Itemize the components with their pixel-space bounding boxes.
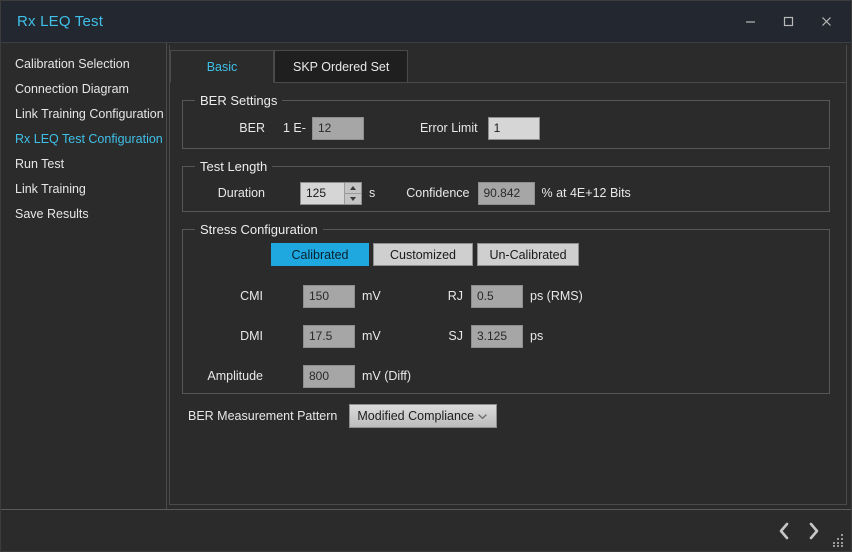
duration-label: Duration [193,186,265,200]
ber-measurement-pattern-label: BER Measurement Pattern [188,409,337,423]
confidence-value: 90.842 [478,182,535,205]
tab-skp-ordered-set[interactable]: SKP Ordered Set [274,50,408,82]
sj-unit: ps [530,329,543,343]
stress-mode-segmented-control: Calibrated Customized Un-Calibrated [271,243,819,266]
error-limit-input[interactable]: 1 [488,117,540,140]
stress-mode-customized-button[interactable]: Customized [373,243,473,266]
cmi-unit: mV [362,289,381,303]
resize-grip[interactable] [833,534,846,547]
stress-row-amplitude: Amplitude 800 mV (Diff) [193,356,819,396]
duration-spinner[interactable]: 125 [300,182,362,205]
sidebar-item-link-training-configuration[interactable]: Link Training Configuration [1,102,166,127]
window-body: Calibration Selection Connection Diagram… [1,43,851,509]
stress-configuration-legend: Stress Configuration [195,222,323,237]
rx-leq-test-window: Rx LEQ Test Calibration [0,0,852,552]
minimize-button[interactable] [731,7,769,37]
sidebar-item-connection-diagram[interactable]: Connection Diagram [1,77,166,102]
maximize-icon [782,15,795,28]
chevron-right-icon [806,521,822,541]
rj-label: RJ [443,289,463,303]
stress-configuration-group: Stress Configuration Calibrated Customiz… [182,222,830,394]
duration-increment-button[interactable] [345,183,361,194]
tab-strip: Basic SKP Ordered Set [170,45,846,83]
stress-mode-calibrated-button[interactable]: Calibrated [271,243,369,266]
ber-settings-legend: BER Settings [195,93,282,108]
sidebar-item-save-results[interactable]: Save Results [1,202,166,227]
test-length-legend: Test Length [195,159,272,174]
confidence-label: Confidence [406,186,469,200]
cmi-input[interactable]: 150 [303,285,355,308]
rj-input[interactable]: 0.5 [471,285,523,308]
content-area: Basic SKP Ordered Set BER Settings BER 1… [167,43,851,509]
chevron-left-icon [776,521,792,541]
dmi-unit: mV [362,329,381,343]
stress-mode-uncalibrated-button[interactable]: Un-Calibrated [477,243,579,266]
sidebar-item-run-test[interactable]: Run Test [1,152,166,177]
ber-label: BER [193,121,265,135]
duration-decrement-button[interactable] [345,194,361,204]
sj-label: SJ [443,329,463,343]
cmi-label: CMI [193,289,263,303]
ber-settings-group: BER Settings BER 1 E- 12 Error Limit 1 [182,93,830,149]
sj-input[interactable]: 3.125 [471,325,523,348]
content-panel: Basic SKP Ordered Set BER Settings BER 1… [169,45,847,505]
ber-measurement-pattern-value: Modified Compliance [357,409,474,423]
close-icon [820,15,833,28]
caret-up-icon [350,186,356,190]
sidebar-item-link-training[interactable]: Link Training [1,177,166,202]
ber-exponent-input[interactable]: 12 [312,117,364,140]
dmi-input[interactable]: 17.5 [303,325,355,348]
chevron-down-icon [478,414,487,419]
basic-tab-panel: BER Settings BER 1 E- 12 Error Limit 1 T… [170,83,846,504]
duration-value[interactable]: 125 [301,183,344,204]
ber-prefix-label: 1 E- [283,121,306,135]
caret-down-icon [350,197,356,201]
duration-unit: s [369,186,375,200]
sidebar-item-rx-leq-test-configuration[interactable]: Rx LEQ Test Configuration [1,127,166,152]
close-button[interactable] [807,7,845,37]
amplitude-unit: mV (Diff) [362,369,411,383]
maximize-button[interactable] [769,7,807,37]
window-title: Rx LEQ Test [17,13,103,30]
minimize-icon [744,15,757,28]
stress-row-dmi-sj: DMI 17.5 mV SJ 3.125 ps [193,316,819,356]
error-limit-label: Error Limit [420,121,478,135]
rj-unit: ps (RMS) [530,289,583,303]
amplitude-label: Amplitude [193,369,263,383]
dmi-label: DMI [193,329,263,343]
titlebar: Rx LEQ Test [1,1,851,43]
ber-measurement-pattern-select[interactable]: Modified Compliance [349,404,497,428]
stress-row-cmi-rj: CMI 150 mV RJ 0.5 ps (RMS) [193,276,819,316]
confidence-unit: % at 4E+12 Bits [542,186,631,200]
sidebar-item-calibration-selection[interactable]: Calibration Selection [1,52,166,77]
next-page-button[interactable] [799,516,829,546]
sidebar: Calibration Selection Connection Diagram… [1,43,167,509]
tab-basic[interactable]: Basic [170,50,274,83]
amplitude-input[interactable]: 800 [303,365,355,388]
window-controls [731,1,845,42]
duration-spinner-buttons[interactable] [344,183,361,204]
footer-bar [1,509,851,551]
test-length-group: Test Length Duration 125 s [182,159,830,212]
ber-measurement-pattern-row: BER Measurement Pattern Modified Complia… [182,404,830,428]
previous-page-button[interactable] [769,516,799,546]
